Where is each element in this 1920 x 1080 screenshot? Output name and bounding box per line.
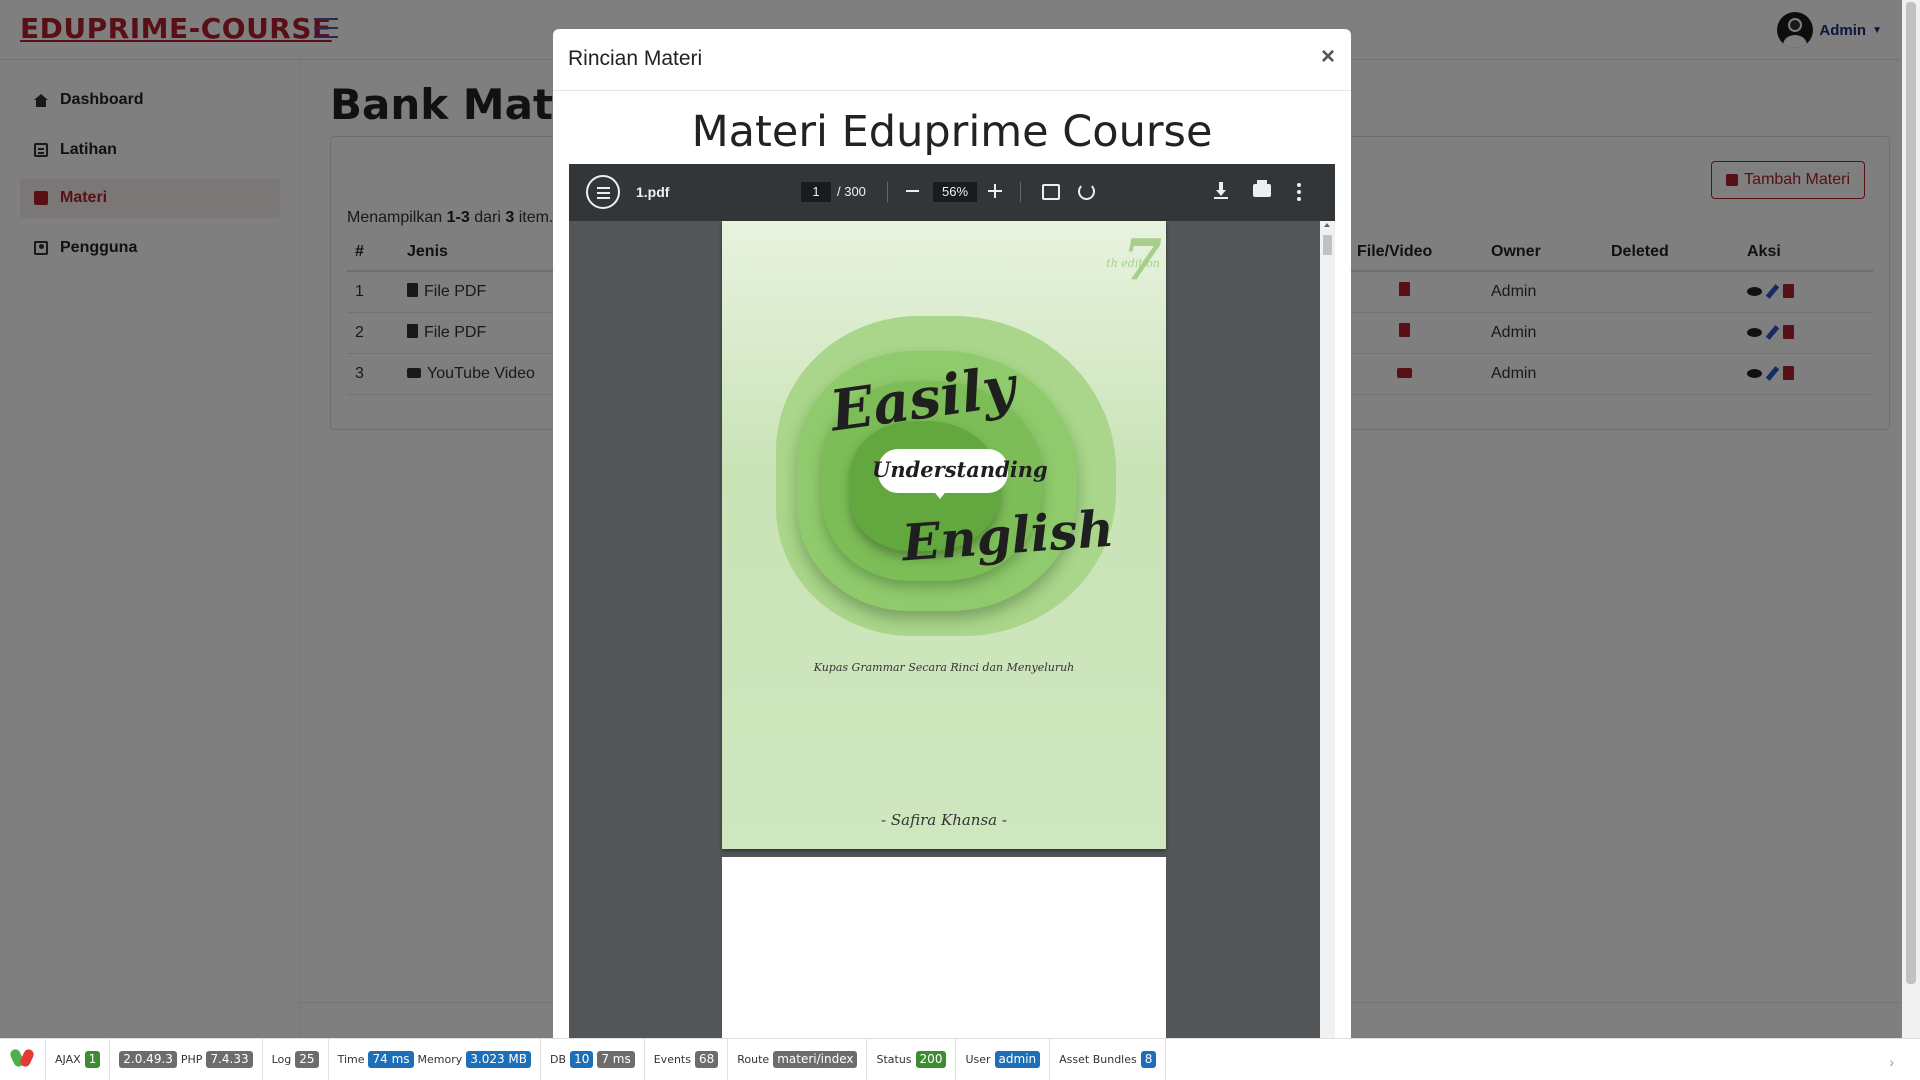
pdf-page-1: 7 th edition Easily Understanding Englis… (722, 221, 1166, 849)
page-number-input[interactable]: 1 (801, 182, 831, 202)
cover-author: - Safira Khansa - (881, 811, 1007, 829)
debug-db[interactable]: DB 10 7 ms (541, 1038, 645, 1080)
debug-events[interactable]: Events 68 (645, 1038, 729, 1080)
modal-header: Rincian Materi × (553, 29, 1351, 91)
menu-icon[interactable] (586, 175, 620, 209)
cover-subtitle: Kupas Grammar Secara Rinci dan Menyeluru… (813, 661, 1075, 674)
close-icon[interactable]: × (1321, 43, 1335, 71)
yii-logo-icon[interactable] (0, 1038, 46, 1080)
debug-time[interactable]: Time 74 ms Memory 3.023 MB (329, 1038, 542, 1080)
chevron-right-icon[interactable]: › (1889, 1054, 1894, 1070)
zoom-input[interactable]: 56% (933, 182, 977, 202)
print-icon[interactable] (1253, 180, 1271, 197)
page-scrollbar[interactable] (1902, 0, 1920, 1038)
pdf-toolbar: 1.pdf 1 / 300 56% (569, 164, 1335, 221)
zoom-in-icon[interactable] (988, 184, 1002, 198)
debug-user[interactable]: User admin (956, 1038, 1051, 1080)
zoom-out-icon[interactable] (906, 190, 919, 192)
rincian-materi-modal: Rincian Materi × Materi Eduprime Course … (553, 29, 1351, 1049)
debug-version[interactable]: 2.0.49.3 PHP 7.4.33 (110, 1038, 263, 1080)
page-total: / 300 (837, 184, 866, 199)
pdf-filename: 1.pdf (636, 184, 670, 200)
fit-page-icon[interactable] (1042, 184, 1060, 200)
debug-bundles[interactable]: Asset Bundles 8 (1050, 1038, 1167, 1080)
debug-log[interactable]: Log 25 (263, 1038, 329, 1080)
debug-status[interactable]: Status 200 (867, 1038, 957, 1080)
pdf-page-2 (722, 857, 1166, 1049)
debug-toolbar: AJAX 1 2.0.49.3 PHP 7.4.33 Log 25 Time 74 ms M… (0, 1038, 1920, 1080)
more-options-icon[interactable] (1297, 183, 1301, 201)
rotate-icon[interactable] (1078, 183, 1095, 200)
modal-title: Rincian Materi (568, 47, 703, 70)
pdf-viewer[interactable]: 1.pdf 1 / 300 56% 7 th edition Easily Un… (569, 164, 1335, 1049)
pdf-scrollbar[interactable] (1320, 221, 1335, 1049)
debug-route[interactable]: Route materi/index (728, 1038, 868, 1080)
edition-suffix: th edition (1106, 257, 1160, 270)
materi-heading: Materi Eduprime Course (691, 107, 1213, 157)
cover-title-line2: Understanding (872, 457, 1048, 482)
debug-ajax[interactable]: AJAX 1 (46, 1038, 111, 1080)
